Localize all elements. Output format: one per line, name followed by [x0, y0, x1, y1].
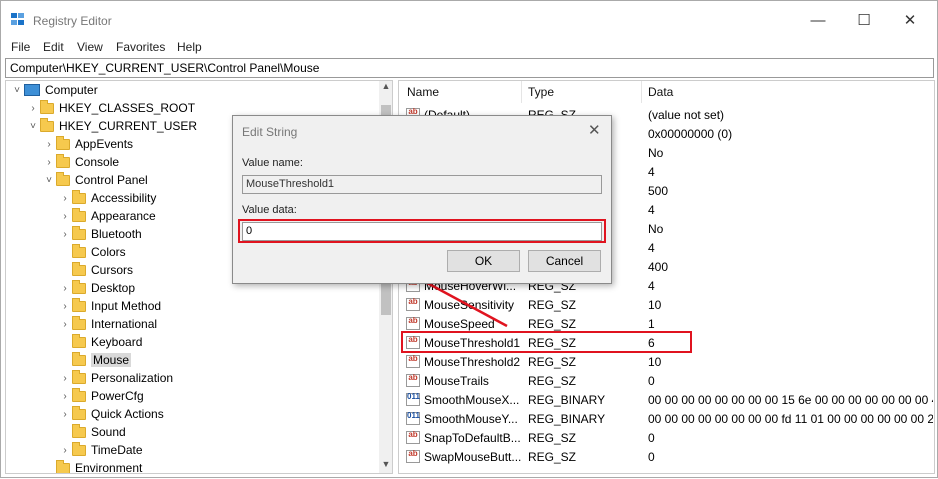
edit-string-dialog: Edit String ✕ Value name: MouseThreshold…: [232, 115, 612, 284]
value-name-label: Value name:: [242, 157, 303, 169]
highlight-box-input: [238, 219, 606, 243]
dialog-title: Edit String: [242, 125, 298, 139]
registry-editor-window: Registry Editor — ☐ ✕ File Edit View Fav…: [0, 0, 938, 478]
cancel-button[interactable]: Cancel: [528, 250, 601, 272]
dialog-close-button[interactable]: ✕: [588, 121, 601, 139]
ok-button[interactable]: OK: [447, 250, 520, 272]
value-data-label: Value data:: [242, 204, 297, 216]
value-name-field: MouseThreshold1: [242, 175, 602, 194]
